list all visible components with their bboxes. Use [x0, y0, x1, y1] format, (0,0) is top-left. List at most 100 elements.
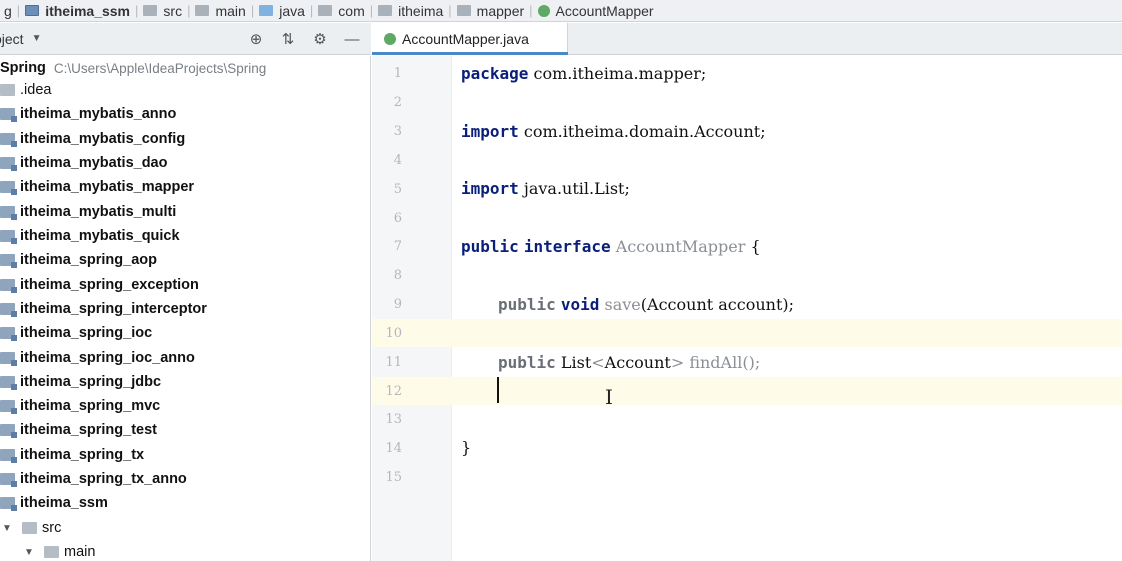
tree-item-label: itheima_spring_exception: [20, 277, 199, 293]
line-number: 14: [385, 441, 402, 456]
code-line-5[interactable]: import java.util.List;: [461, 179, 630, 198]
breadcrumb-separator: |: [16, 3, 21, 18]
breadcrumb-separator: |: [369, 3, 374, 18]
keyword: interface: [523, 237, 611, 256]
module-icon: [0, 473, 17, 487]
collapse-icon[interactable]: ⇅: [279, 30, 297, 48]
tree-item-label: itheima_spring_ioc_anno: [20, 350, 195, 366]
code-line-3[interactable]: import com.itheima.domain.Account;: [461, 122, 766, 141]
module-icon: [0, 449, 17, 463]
tree-item[interactable]: itheima_mybatis_quick: [0, 224, 180, 248]
breadcrumb-label: itheima: [398, 2, 444, 19]
breadcrumb-item-itheima[interactable]: itheima: [374, 0, 447, 21]
code-line-7[interactable]: public interface AccountMapper {: [461, 237, 761, 256]
code-text: }: [461, 438, 472, 457]
tree-item-label: itheima_mybatis_quick: [20, 228, 180, 244]
line-number: 8: [393, 268, 402, 283]
tree-item[interactable]: itheima_spring_exception: [0, 273, 199, 297]
gear-icon[interactable]: ⚙: [311, 30, 329, 48]
breadcrumb-separator: |: [448, 3, 452, 18]
tree-item-label: itheima_spring_mvc: [20, 398, 161, 414]
module-icon: [0, 279, 17, 293]
line-number: 6: [393, 211, 402, 226]
breadcrumb-item-g[interactable]: g: [0, 0, 16, 21]
tree-item-label: itheima_mybatis_dao: [20, 155, 168, 171]
tree-item-label: itheima_spring_test: [20, 422, 157, 438]
code-line-9[interactable]: public void save(Account account);: [498, 295, 794, 314]
breadcrumb-separator: |: [250, 3, 255, 18]
tree-item-main[interactable]: ▼ main: [24, 540, 95, 561]
breadcrumb-item-itheima-ssm[interactable]: itheima_ssm: [21, 0, 134, 21]
code-line-11[interactable]: public List<Account> findAll();: [498, 353, 760, 372]
tree-item[interactable]: itheima_spring_ioc_anno: [0, 346, 195, 370]
tree-item-label: itheima_mybatis_mapper: [20, 179, 195, 195]
method-call: findAll();: [684, 353, 761, 372]
line-number: 11: [385, 355, 402, 370]
tree-item-label: itheima_spring_interceptor: [20, 301, 207, 317]
source-folder-icon: [259, 5, 274, 16]
tree-item-label: itheima_spring_ioc: [20, 325, 153, 341]
tree-item[interactable]: itheima_spring_ioc: [0, 321, 152, 345]
interface-name: AccountMapper: [615, 237, 746, 256]
tree-item-src[interactable]: ▼ src: [2, 516, 61, 540]
breadcrumb-item-accountmapper[interactable]: AccountMapper: [534, 0, 658, 21]
tree-root-spring[interactable]: Spring C:\Users\Apple\IdeaProjects\Sprin…: [0, 56, 266, 80]
project-tree: Spring C:\Users\Apple\IdeaProjects\Sprin…: [0, 56, 371, 561]
chevron-down-icon[interactable]: ▼: [32, 33, 42, 44]
module-icon: [0, 327, 17, 341]
tree-item-label: itheima_spring_jdbc: [20, 374, 162, 390]
project-panel-header: oject ▼ ⊕ ⇅ ⚙ —: [0, 23, 371, 55]
code-line-1[interactable]: package com.itheima.mapper;: [461, 64, 706, 83]
package-icon: [456, 5, 471, 16]
code-text: com.itheima.domain.Account;: [518, 122, 766, 141]
tree-item[interactable]: itheima_ssm: [0, 491, 108, 515]
line-number: 7: [393, 239, 402, 254]
code-line-14[interactable]: }: [461, 438, 471, 457]
code-text: {: [745, 237, 761, 256]
module-icon: [0, 424, 17, 438]
line-number: 5: [393, 182, 402, 197]
project-view-selector[interactable]: oject: [0, 31, 24, 47]
tree-item[interactable]: itheima_spring_tx_anno: [0, 467, 187, 491]
keyword: public: [461, 237, 519, 256]
tree-item[interactable]: itheima_spring_interceptor: [0, 297, 207, 321]
keyword: public: [498, 353, 556, 372]
project-panel-toolbar: ⊕ ⇅ ⚙ —: [247, 23, 361, 55]
line-number: 12: [385, 384, 402, 399]
tree-item[interactable]: itheima_spring_test: [0, 418, 157, 442]
tab-accountmapper-java[interactable]: AccountMapper.java: [372, 23, 568, 55]
tree-item[interactable]: itheima_mybatis_mapper: [0, 175, 194, 199]
generic-type: Account: [604, 353, 671, 372]
breadcrumb-label: itheima_ssm: [45, 2, 131, 19]
tree-item[interactable]: itheima_mybatis_dao: [0, 151, 167, 175]
breadcrumb-item-java[interactable]: java: [255, 0, 309, 21]
line-number: 2: [393, 95, 402, 110]
tree-item[interactable]: itheima_mybatis_multi: [0, 200, 176, 224]
breadcrumb-item-src[interactable]: src: [139, 0, 186, 21]
line-number: 1: [393, 66, 402, 81]
breadcrumb-item-com[interactable]: com: [314, 0, 368, 21]
locate-icon[interactable]: ⊕: [247, 30, 265, 48]
tree-item[interactable]: .idea: [0, 78, 51, 102]
minimize-icon[interactable]: —: [343, 30, 361, 48]
module-icon: [0, 303, 17, 317]
tree-item[interactable]: itheima_mybatis_anno: [0, 102, 176, 126]
method-name: save: [604, 295, 641, 314]
tree-item[interactable]: itheima_spring_aop: [0, 248, 157, 272]
module-icon: [25, 5, 40, 16]
tree-item[interactable]: itheima_spring_mvc: [0, 394, 160, 418]
tree-item[interactable]: itheima_spring_jdbc: [0, 370, 161, 394]
editor-tab-bar: AccountMapper.java: [372, 23, 1122, 55]
folder-icon: [44, 546, 59, 558]
breadcrumb-item-mapper[interactable]: mapper: [453, 0, 528, 21]
tree-item[interactable]: itheima_spring_tx: [0, 443, 144, 467]
tree-item[interactable]: itheima_mybatis_config: [0, 127, 185, 151]
breadcrumb-separator: |: [135, 3, 139, 18]
chevron-down-icon[interactable]: ▼: [2, 523, 16, 534]
tree-item-label: itheima_spring_tx_anno: [20, 471, 187, 487]
chevron-down-icon[interactable]: ▼: [24, 547, 38, 558]
module-icon: [0, 133, 17, 147]
folder-icon: [143, 5, 158, 16]
line-number: 3: [393, 124, 402, 139]
breadcrumb-item-main[interactable]: main: [191, 0, 249, 21]
